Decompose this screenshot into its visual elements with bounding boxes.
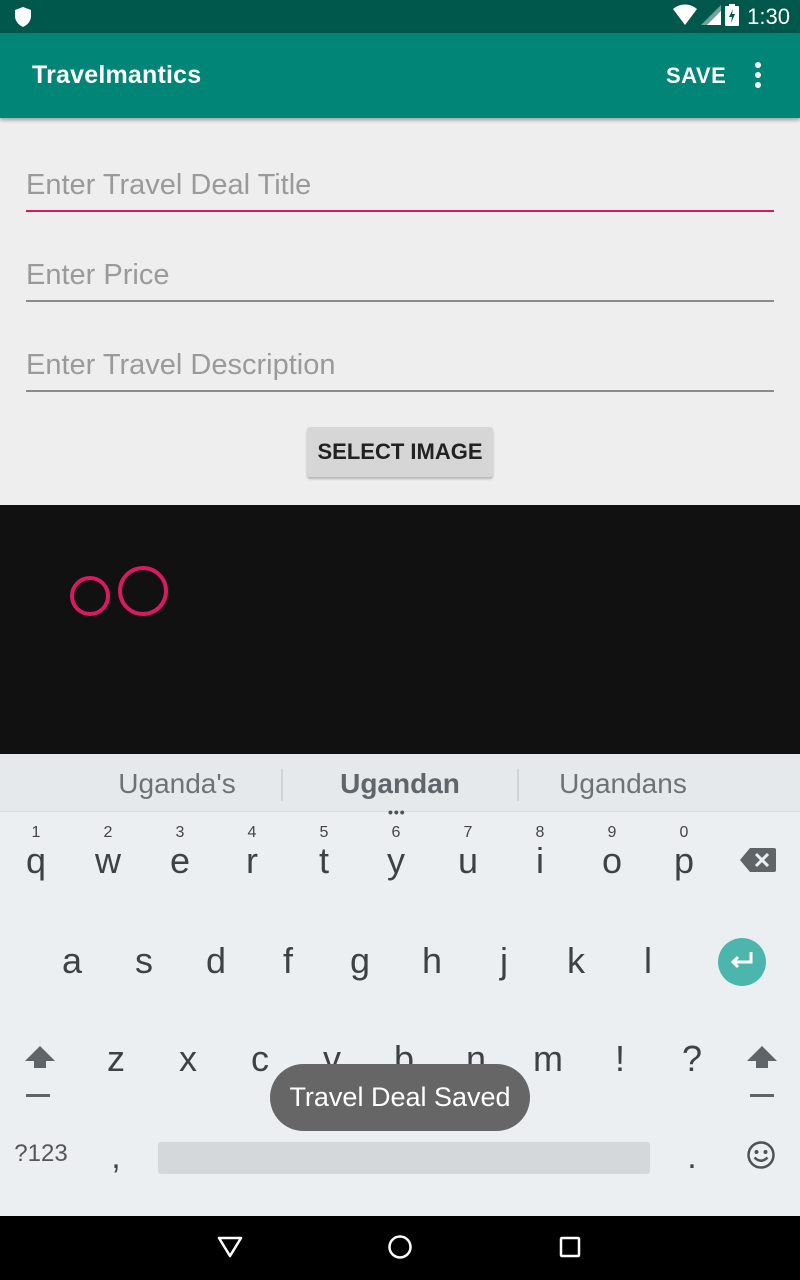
navigation-bar [0,1216,800,1280]
suggestion-item[interactable]: Ugandans [513,768,733,800]
deal-form: SELECT IMAGE [0,118,800,505]
key[interactable]: z [80,1026,152,1116]
description-field [26,340,774,392]
key[interactable]: 6y [360,812,432,902]
toast-message: Travel Deal Saved [270,1064,530,1131]
key[interactable]: 4r [216,812,288,902]
title-input[interactable] [26,160,774,210]
enter-key[interactable] [718,938,766,986]
key[interactable]: 1q [0,812,72,902]
key[interactable]: ! [584,1026,656,1116]
clock: 1:30 [747,4,790,29]
shield-icon [14,7,32,32]
key[interactable]: 0p [648,812,720,902]
save-button[interactable]: SAVE [666,63,726,89]
key[interactable]: l [612,928,684,1018]
key[interactable]: ? [656,1026,728,1116]
key[interactable]: 2w [72,812,144,902]
symbols-key[interactable]: ?123 [6,1140,76,1168]
backspace-icon[interactable] [740,848,776,877]
price-input[interactable] [26,250,774,300]
battery-icon [725,3,740,31]
emoji-icon[interactable] [746,1140,776,1175]
key[interactable]: f [252,928,324,1018]
comma-key[interactable]: , [92,1138,140,1177]
key[interactable]: 7u [432,812,504,902]
space-bar[interactable] [158,1142,650,1174]
more-vert-icon[interactable] [744,55,772,95]
soft-keyboard: Uganda's Ugandan Ugandans ••• 1q 2w 3e 4… [0,754,800,1216]
key[interactable]: k [540,928,612,1018]
suggestion-strip: Uganda's Ugandan Ugandans ••• [0,754,800,820]
wifi-icon [673,4,698,31]
image-placeholder-graphic [70,566,168,616]
key[interactable]: s [108,928,180,1018]
enter-icon [730,952,753,969]
home-icon[interactable] [387,1234,413,1265]
suggestion-item[interactable]: Ugandan [290,768,510,800]
key[interactable]: 9o [576,812,648,902]
price-field [26,250,774,302]
key[interactable]: a [36,928,108,1018]
title-field [26,160,774,212]
key[interactable]: j [468,928,540,1018]
key[interactable]: g [324,928,396,1018]
image-preview [0,505,800,754]
key[interactable]: h [396,928,468,1018]
period-key[interactable]: . [668,1138,716,1177]
shift-icon[interactable] [24,1044,56,1105]
key[interactable]: d [180,928,252,1018]
description-input[interactable] [26,340,774,390]
signal-icon [701,4,722,30]
app-bar: Travelmantics SAVE [0,33,800,118]
key[interactable]: x [152,1026,224,1116]
suggestion-item[interactable]: Uganda's [67,768,287,800]
back-icon[interactable] [216,1234,244,1265]
suggestion-divider [281,769,283,801]
select-image-button[interactable]: SELECT IMAGE [307,427,493,477]
recents-icon[interactable] [558,1234,582,1265]
status-bar: 1:30 [0,0,800,33]
shift-icon[interactable] [746,1044,778,1105]
key[interactable]: 8i [504,812,576,902]
key[interactable]: 3e [144,812,216,902]
app-title: Travelmantics [32,61,202,89]
key[interactable]: 5t [288,812,360,902]
